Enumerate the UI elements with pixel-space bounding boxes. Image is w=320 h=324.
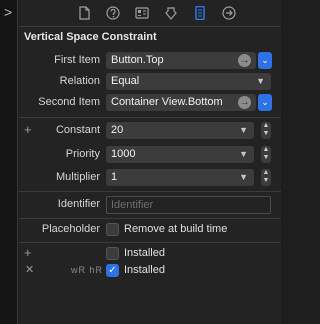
go-to-arrow-icon[interactable]: → xyxy=(238,54,251,67)
chevron-down-icon: ⌄ xyxy=(261,97,269,107)
constant-field[interactable]: 20 ▼ xyxy=(106,122,254,139)
identifier-row: Identifier Identifier xyxy=(19,196,281,214)
second-item-field[interactable]: Container View.Bottom → xyxy=(106,94,256,111)
first-item-row: First Item Button.Top → ⌄ xyxy=(19,52,281,70)
constant-row: + Constant 20 ▼ ▲ ▼ xyxy=(19,122,281,140)
file-icon[interactable] xyxy=(73,2,95,24)
first-item-field[interactable]: Button.Top → xyxy=(106,52,256,69)
divider xyxy=(19,117,281,118)
remove-at-build-time-checkbox[interactable] xyxy=(106,223,119,236)
multiplier-row: Multiplier 1 ▼ ▲ ▼ xyxy=(19,169,281,187)
second-item-value: Container View.Bottom xyxy=(111,96,223,108)
priority-row: Priority 1000 ▼ ▲ ▼ xyxy=(19,146,281,164)
placeholder-label: Placeholder xyxy=(41,223,100,235)
add-variation-icon[interactable]: + xyxy=(24,245,32,260)
divider xyxy=(19,218,281,219)
second-item-popup-button[interactable]: ⌄ xyxy=(258,94,272,111)
first-item-popup-button[interactable]: ⌄ xyxy=(258,52,272,69)
installed-label: Installed xyxy=(124,247,165,259)
multiplier-field[interactable]: 1 ▼ xyxy=(106,169,254,186)
identifier-input[interactable]: Identifier xyxy=(106,196,271,214)
chevron-down-icon[interactable]: ▼ xyxy=(239,146,248,163)
priority-field[interactable]: 1000 ▼ xyxy=(106,146,254,163)
second-item-label: Second Item xyxy=(38,96,100,108)
placeholder-row: Placeholder Remove at build time xyxy=(19,221,281,239)
relation-label: Relation xyxy=(59,75,100,87)
relation-row: Relation Equal ▼ xyxy=(19,73,281,91)
size-class-label: wR hR xyxy=(71,265,104,275)
identifier-label: Identifier xyxy=(57,198,100,210)
help-icon[interactable] xyxy=(102,2,124,24)
chevron-down-icon: ⌄ xyxy=(261,55,269,65)
chevron-down-icon: ▼ xyxy=(256,76,265,86)
relation-popup[interactable]: Equal ▼ xyxy=(106,73,271,90)
installed-variation-label: Installed xyxy=(124,264,165,276)
inspector-tabbar xyxy=(19,0,281,27)
priority-value: 1000 xyxy=(111,148,136,160)
remove-variation-icon[interactable]: ✕ xyxy=(25,263,34,276)
relation-value: Equal xyxy=(111,75,140,87)
size-icon[interactable] xyxy=(189,2,211,24)
first-item-label: First Item xyxy=(54,54,100,66)
installed-checkbox[interactable] xyxy=(106,247,119,260)
go-to-arrow-icon[interactable]: → xyxy=(238,96,251,109)
constant-label: Constant xyxy=(55,124,100,136)
remove-at-build-time-label: Remove at build time xyxy=(124,223,228,235)
constant-value: 20 xyxy=(111,124,124,136)
chevron-down-icon[interactable]: ▼ xyxy=(239,169,248,186)
priority-label: Priority xyxy=(65,148,100,160)
chevron-down-icon[interactable]: ▼ xyxy=(239,122,248,139)
priority-stepper[interactable]: ▲ ▼ xyxy=(261,146,271,163)
installed-row: + Installed xyxy=(19,245,281,263)
second-item-row: Second Item Container View.Bottom → ⌄ xyxy=(19,94,281,112)
chevron-right-icon[interactable]: > xyxy=(4,4,12,20)
navigator-strip: > xyxy=(0,0,18,324)
identifier-placeholder: Identifier xyxy=(111,199,154,211)
inspector-panel: Vertical Space Constraint First Item But… xyxy=(19,0,281,324)
add-variation-icon[interactable]: + xyxy=(24,122,32,137)
constant-stepper[interactable]: ▲ ▼ xyxy=(261,122,271,139)
identity-icon[interactable] xyxy=(131,2,153,24)
first-item-value: Button.Top xyxy=(111,54,164,66)
attributes-icon[interactable] xyxy=(160,2,182,24)
divider xyxy=(19,191,281,192)
installed-variation-row: ✕ wR hR ✓ Installed xyxy=(19,262,281,280)
divider xyxy=(19,242,281,243)
installed-variation-checkbox[interactable]: ✓ xyxy=(106,264,119,277)
multiplier-value: 1 xyxy=(111,171,118,183)
connections-icon[interactable] xyxy=(218,2,240,24)
section-title: Vertical Space Constraint xyxy=(24,31,157,43)
multiplier-label: Multiplier xyxy=(55,171,100,183)
multiplier-stepper[interactable]: ▲ ▼ xyxy=(261,169,271,186)
